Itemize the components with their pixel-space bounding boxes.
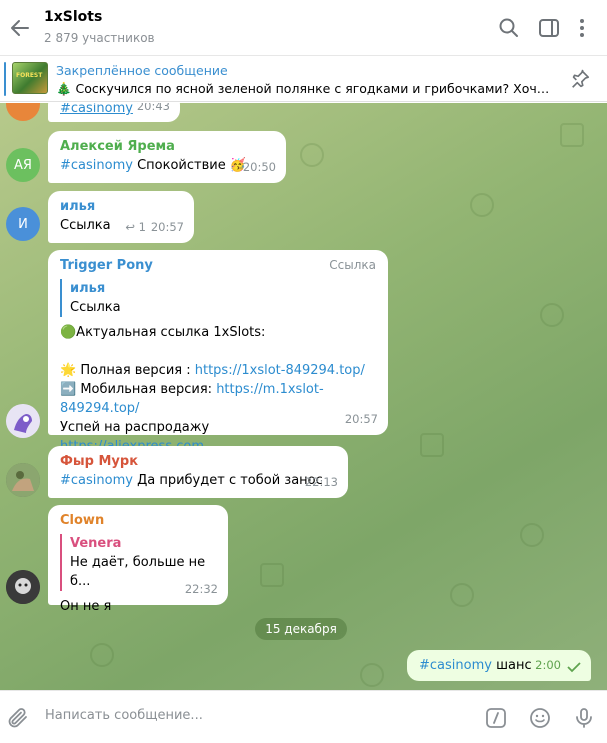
message-line: 🌟 Полная версия : https://1xslot-849294.… (60, 361, 378, 380)
thumbnail-label: FOREST (16, 72, 43, 79)
message-text: Он не я (60, 599, 112, 614)
back-arrow-icon[interactable] (8, 16, 32, 40)
message-input[interactable]: Написать сообщение... (45, 708, 203, 723)
mobile-version-label: ➡️ Мобильная версия: (60, 382, 217, 397)
chat-area[interactable]: #casinomy 20:43 АЯ Алексей Ярема #casino… (0, 103, 607, 690)
attach-icon[interactable] (6, 706, 30, 730)
clown-avatar-icon (6, 570, 40, 604)
hashtag-link[interactable]: #casinomy (60, 103, 133, 116)
cat-avatar-icon (6, 463, 40, 497)
message-bubble: Clown Venera Не даёт, больше не б... Он … (48, 505, 228, 614)
message-time: 22:32 (184, 582, 218, 596)
bot-commands-icon[interactable] (484, 706, 508, 730)
hashtag-link[interactable]: #casinomy (60, 158, 133, 173)
unpin-icon[interactable] (569, 68, 591, 90)
quote-author: Venera (70, 536, 122, 551)
admin-badge: Ссылка (329, 258, 376, 272)
message-time: 22:13 (304, 475, 338, 489)
hashtag-link[interactable]: #casinomy (60, 473, 133, 488)
full-version-label: 🌟 Полная версия : (60, 363, 195, 378)
avatar[interactable]: АЯ (6, 148, 40, 182)
message-time: 20:57 (150, 220, 184, 234)
emoji-icon[interactable] (528, 706, 552, 730)
message-bubble: Trigger Pony Ссылка илья Ссылка 🟢Актуаль… (48, 250, 388, 454)
avatar[interactable]: И (6, 207, 40, 241)
message-time: 20:43 (136, 103, 170, 113)
pinned-text: 🎄 Соскучился по ясной зеленой полянке с … (56, 81, 551, 96)
pinned-indicator (4, 62, 6, 96)
message-author[interactable]: Clown (60, 511, 218, 530)
quote-author: илья (70, 281, 106, 296)
outgoing-message-bubble: #casinomy шанс 2:00 (407, 650, 591, 681)
message-bubble: #casinomy 20:43 (48, 103, 180, 122)
more-menu-icon[interactable] (570, 16, 594, 40)
message-time: 20:50 (242, 160, 276, 174)
hashtag-link[interactable]: #casinomy (419, 658, 492, 673)
message-author[interactable]: илья (60, 197, 184, 216)
pinned-thumbnail: FOREST (12, 62, 48, 94)
avatar[interactable] (6, 570, 40, 604)
reply-quote[interactable]: илья Ссылка (60, 279, 378, 317)
message-bubble: Алексей Ярема #casinomy Спокойствие 🥳 20… (48, 131, 286, 183)
pinned-title: Закреплённое сообщение (56, 63, 228, 78)
message-bubble: Фыр Мурк #casinomy Да прибудет с тобой з… (48, 446, 348, 498)
date-separator: 15 декабря (255, 618, 347, 640)
chat-header: 1xSlots 2 879 участников (0, 0, 607, 56)
message-line: ➡️ Мобильная версия: https://m.1xslot-84… (60, 380, 378, 418)
pinned-message-bar[interactable]: FOREST Закреплённое сообщение 🎄 Соскучил… (0, 56, 607, 102)
message-line: 🟢Актуальная ссылка 1xSlots: (60, 325, 266, 340)
message-text: #casinomy Да прибудет с тобой занос (60, 471, 338, 490)
microphone-icon[interactable] (572, 706, 596, 730)
avatar-initials: АЯ (14, 157, 32, 173)
search-icon[interactable] (497, 16, 521, 40)
message-line: Успей на распродажу (60, 420, 210, 435)
full-version-link[interactable]: https://1xslot-849294.top/ (195, 363, 365, 378)
avatar[interactable] (6, 103, 40, 121)
avatar-initials: И (18, 216, 28, 232)
avatar[interactable] (6, 404, 40, 438)
message-body: Да прибудет с тобой занос (132, 473, 323, 488)
message-time: 2:00 (535, 658, 561, 672)
message-author[interactable]: Фыр Мурк (60, 452, 338, 471)
chat-title[interactable]: 1xSlots (44, 9, 102, 25)
message-body: Спокойствие 🥳 (132, 158, 247, 173)
avatar[interactable] (6, 463, 40, 497)
member-count: 2 879 участников (44, 31, 155, 45)
message-bubble: илья Ссылка ↩ 1 20:57 (48, 191, 194, 243)
message-author[interactable]: Алексей Ярема (60, 137, 276, 156)
reply-count[interactable]: ↩ 1 (125, 218, 146, 237)
message-composer: Написать сообщение... (0, 690, 607, 743)
pony-avatar-icon (6, 404, 40, 438)
sidebar-toggle-icon[interactable] (537, 16, 561, 40)
message-time: 20:57 (344, 412, 378, 426)
read-check-icon (567, 662, 581, 673)
message-body: шанс (491, 658, 532, 673)
quote-text: Ссылка (70, 300, 121, 315)
